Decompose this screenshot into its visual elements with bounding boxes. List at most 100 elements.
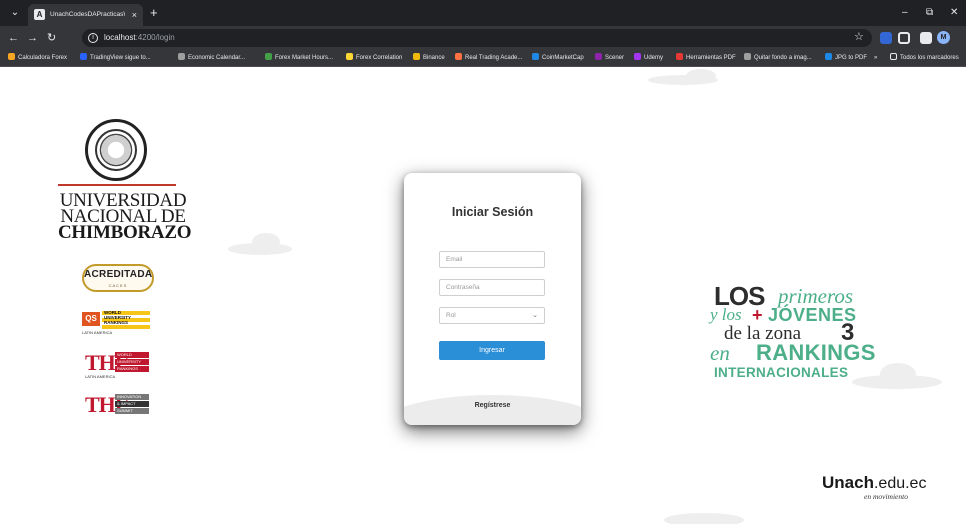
bookmark-item[interactable]: JPG to PDF bbox=[825, 53, 867, 64]
bookmark-favicon-icon bbox=[265, 53, 272, 60]
cloud-decoration bbox=[664, 513, 744, 524]
window-restore-button[interactable]: ⧉ bbox=[926, 6, 933, 20]
role-placeholder: Rol bbox=[446, 312, 456, 319]
folder-label: Todos los marcadores bbox=[900, 55, 959, 61]
bookmark-item[interactable]: Herramientas PDF bbox=[676, 53, 736, 64]
university-name: UNIVERSIDAD NACIONAL DE CHIMBORAZO bbox=[58, 191, 191, 242]
acreditada-text: ACREDITADA bbox=[84, 269, 153, 280]
the-label: UNIVERSITY bbox=[115, 359, 149, 365]
acreditada-badge: ACREDITADA CACES bbox=[82, 264, 154, 292]
bookmark-item[interactable]: Scener bbox=[595, 53, 624, 64]
bookmark-item[interactable]: Calculadora Forex bbox=[8, 53, 67, 64]
bookmark-item[interactable]: TradingView sigue to... bbox=[80, 53, 151, 64]
university-seal-logo bbox=[85, 119, 147, 181]
unach-logo-tagline: en movimiento bbox=[864, 492, 908, 501]
the-label: INNOVATION bbox=[115, 394, 149, 400]
bookmark-item[interactable]: Economic Calendar... bbox=[178, 53, 245, 64]
the-label: RANKINGS bbox=[115, 366, 149, 372]
bookmark-label: Calculadora Forex bbox=[18, 55, 68, 61]
unach-footer-logo: Unach.edu.ec en movimiento bbox=[822, 473, 927, 501]
the-rankings-badge: THE WORLD UNIVERSITY RANKINGS LATIN AMER… bbox=[85, 351, 149, 379]
cloud-decoration bbox=[686, 69, 716, 83]
window-minimize-button[interactable]: – bbox=[902, 6, 908, 20]
new-tab-button[interactable]: + bbox=[150, 6, 158, 20]
bookmark-label: Real Trading Acade... bbox=[465, 55, 523, 61]
password-placeholder: Contraseña bbox=[446, 284, 480, 291]
bookmark-favicon-icon bbox=[676, 53, 683, 60]
bookmark-favicon-icon bbox=[595, 53, 602, 60]
bookmark-star-icon[interactable]: ☆ bbox=[854, 30, 864, 44]
bookmark-label: Economic Calendar... bbox=[188, 55, 246, 61]
bookmark-favicon-icon bbox=[825, 53, 832, 60]
the-subtext: LATIN AMERICA bbox=[85, 374, 116, 379]
folder-icon bbox=[890, 53, 897, 60]
bookmark-item[interactable]: Quitar fondo a imag... bbox=[744, 53, 812, 64]
bookmark-label: CoinMarketCap bbox=[542, 55, 584, 61]
bookmark-favicon-icon bbox=[455, 53, 462, 60]
side-panel-icon[interactable] bbox=[920, 32, 932, 44]
tab-favicon-icon: A bbox=[34, 9, 45, 20]
cloud-decoration bbox=[252, 233, 280, 251]
acreditada-subtext: CACES bbox=[108, 283, 128, 288]
chevron-down-icon: ⌄ bbox=[532, 312, 538, 319]
register-link[interactable]: Regístrese bbox=[404, 401, 581, 411]
bookmark-favicon-icon bbox=[80, 53, 87, 60]
back-arrow-icon[interactable]: ← bbox=[8, 31, 19, 45]
bookmark-item[interactable]: Forex Correlation bbox=[346, 53, 402, 64]
reload-icon[interactable]: ↻ bbox=[47, 31, 56, 45]
url-host: localhost bbox=[104, 33, 136, 42]
forward-arrow-icon[interactable]: → bbox=[27, 31, 38, 45]
qs-logo-mark: QS bbox=[82, 312, 100, 326]
unach-logo-domain: .edu.ec bbox=[873, 475, 927, 492]
site-info-icon[interactable]: i bbox=[88, 33, 98, 43]
url-text: localhost:4200/login bbox=[104, 32, 175, 44]
slogan-en: en bbox=[710, 341, 730, 365]
bookmark-favicon-icon bbox=[346, 53, 353, 60]
bookmark-favicon-icon bbox=[532, 53, 539, 60]
browser-toolbar: ← → ↻ i localhost:4200/login ☆ M bbox=[0, 26, 966, 50]
extension-icon[interactable] bbox=[880, 32, 892, 44]
bookmark-label: Herramientas PDF bbox=[686, 55, 736, 61]
login-page: UNIVERSIDAD NACIONAL DE CHIMBORAZO ACRED… bbox=[0, 67, 966, 524]
divider bbox=[58, 184, 176, 186]
the-label: SUMMIT bbox=[115, 408, 149, 414]
unach-logo-bold: Unach bbox=[822, 473, 874, 492]
bookmark-label: Scener bbox=[605, 55, 625, 61]
bookmarks-overflow-button[interactable]: » bbox=[874, 53, 877, 64]
tab-search-chevron-icon[interactable]: ⌄ bbox=[8, 6, 22, 20]
email-placeholder: Email bbox=[446, 256, 463, 263]
bookmark-item[interactable]: Forex Market Hours... bbox=[265, 53, 333, 64]
tab-close-icon[interactable]: × bbox=[132, 9, 137, 21]
slogan-ylos: y los bbox=[710, 305, 742, 324]
email-field[interactable]: Email bbox=[439, 251, 545, 268]
bookmark-label: Binance bbox=[423, 55, 445, 61]
extensions-puzzle-icon[interactable] bbox=[898, 32, 910, 44]
password-field[interactable]: Contraseña bbox=[439, 279, 545, 296]
tab-title: UnachCodesDAPracticasWeb bbox=[50, 11, 125, 18]
seal-emblem bbox=[95, 129, 137, 171]
bookmark-item[interactable]: Binance bbox=[413, 53, 445, 64]
all-bookmarks-folder[interactable]: Todos los marcadores bbox=[890, 53, 966, 64]
bookmark-item[interactable]: Real Trading Acade... bbox=[455, 53, 522, 64]
bookmark-item[interactable]: Udemy bbox=[634, 53, 663, 64]
the-label: & IMPACT bbox=[115, 401, 149, 407]
login-card: Iniciar Sesión Email Contraseña Rol ⌄ In… bbox=[404, 173, 581, 425]
qs-bar bbox=[102, 325, 150, 329]
bookmark-label: TradingView sigue to... bbox=[90, 55, 151, 61]
cloud-decoration bbox=[880, 363, 916, 385]
login-submit-button[interactable]: Ingresar bbox=[439, 341, 545, 360]
address-bar[interactable]: i localhost:4200/login bbox=[82, 29, 872, 47]
qs-subtext: LATIN AMERICA bbox=[82, 330, 113, 335]
window-close-button[interactable]: ✕ bbox=[950, 6, 958, 20]
browser-tab[interactable]: A UnachCodesDAPracticasWeb × bbox=[28, 4, 143, 26]
role-select[interactable]: Rol ⌄ bbox=[439, 307, 545, 324]
profile-avatar[interactable]: M bbox=[937, 31, 950, 44]
browser-tab-bar: ⌄ A UnachCodesDAPracticasWeb × + – ⧉ ✕ bbox=[0, 0, 966, 26]
the-impact-badge: THE INNOVATION & IMPACT SUMMIT bbox=[85, 393, 149, 419]
bookmark-favicon-icon bbox=[413, 53, 420, 60]
qs-rankings-badge: QS WORLD UNIVERSITY RANKINGS LATIN AMERI… bbox=[82, 310, 150, 335]
login-title: Iniciar Sesión bbox=[451, 205, 534, 219]
bookmarks-bar: Calculadora Forex TradingView sigue to..… bbox=[0, 50, 966, 67]
bookmark-item[interactable]: CoinMarketCap bbox=[532, 53, 584, 64]
bookmark-favicon-icon bbox=[178, 53, 185, 60]
